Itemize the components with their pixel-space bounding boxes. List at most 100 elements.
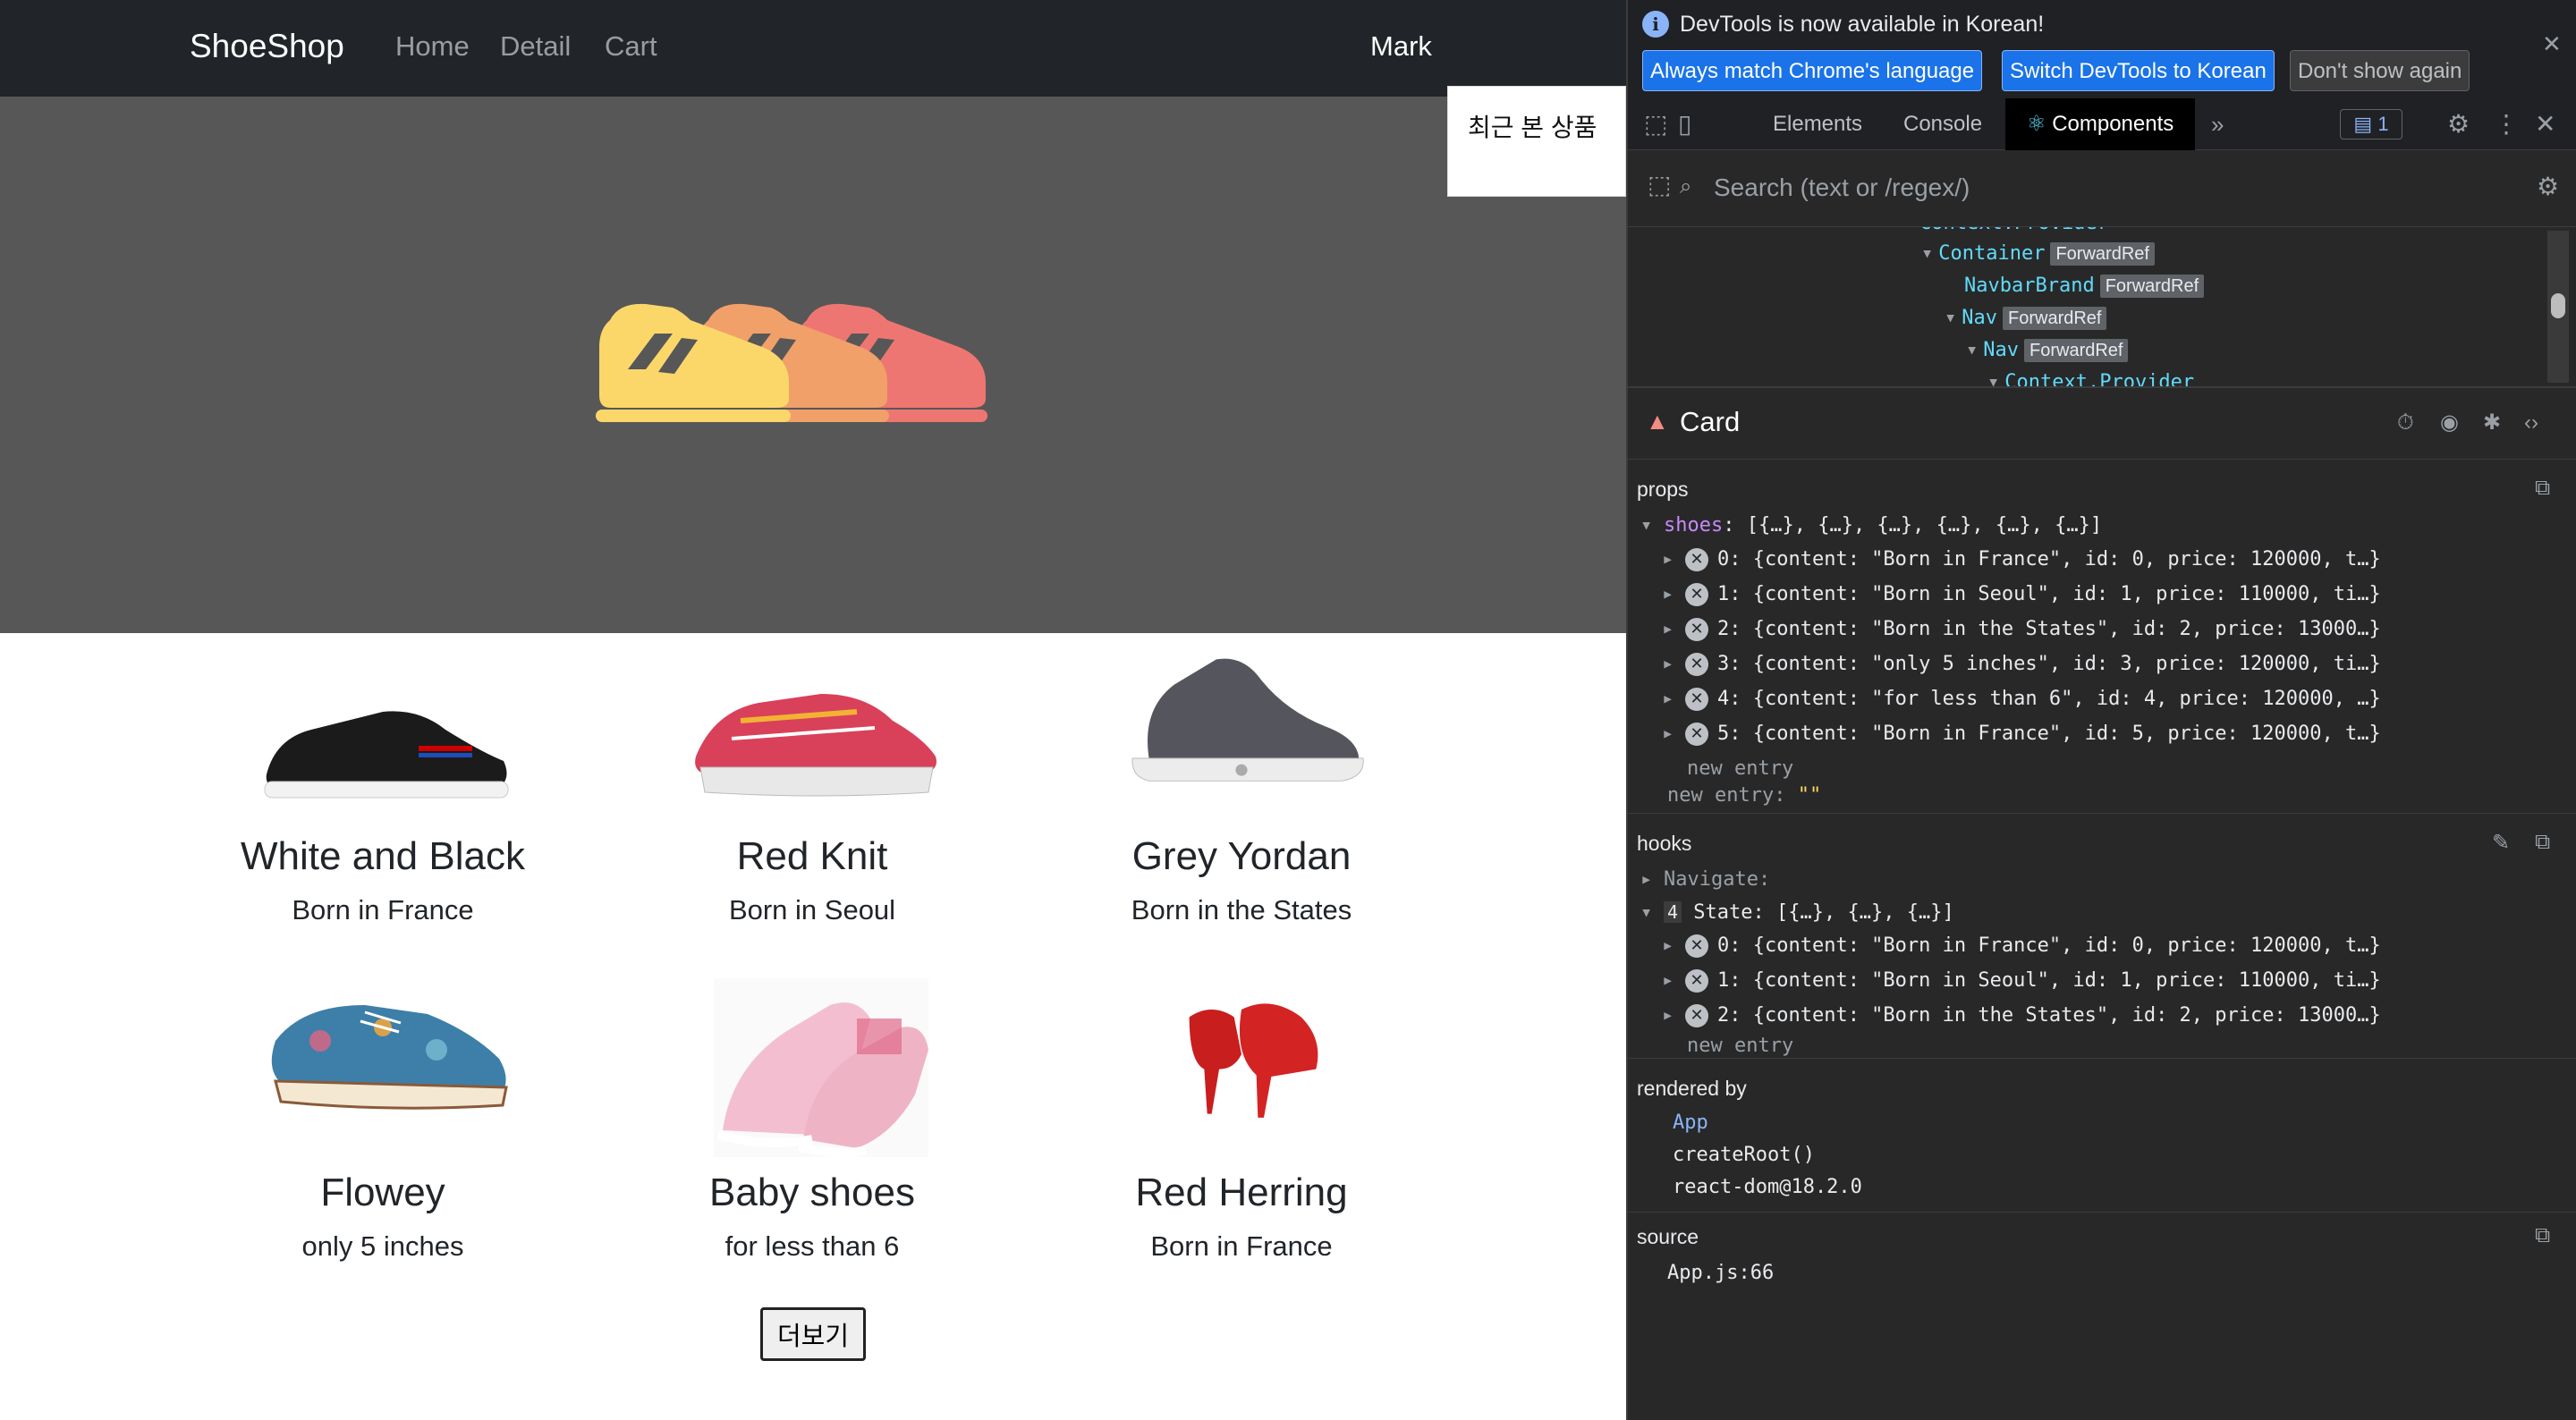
caret-down-icon[interactable]: ▾ (1640, 897, 1664, 929)
caret-right-icon[interactable]: ▸ (1662, 579, 1685, 611)
switch-to-korean-button[interactable]: Switch DevTools to Korean (2002, 50, 2275, 91)
nav-link-cart[interactable]: Cart (605, 25, 657, 68)
rendered-by-app[interactable]: App (1673, 1107, 1708, 1139)
view-source-icon[interactable]: ‹› (2524, 410, 2538, 436)
issues-badge[interactable]: ▤ 1 (2340, 109, 2402, 139)
select-component-icon[interactable]: ⬚ (1648, 172, 1671, 199)
kebab-menu-icon[interactable]: ⋮ (2494, 111, 2519, 138)
inspect-element-icon[interactable]: ⬚ (1644, 111, 1667, 138)
new-entry-placeholder: new entry (1687, 757, 1794, 780)
prop-item-text: 5: {content: "Born in France", id: 5, pr… (1717, 723, 2381, 745)
tab-console[interactable]: Console (1903, 98, 1982, 150)
hook-item[interactable]: ▸ ✕ 0: {content: "Born in France", id: 0, … (1662, 930, 2381, 962)
caret-right-icon[interactable]: ▸ (1662, 683, 1685, 715)
more-tabs-icon[interactable]: » (2211, 111, 2224, 138)
stopwatch-icon[interactable]: ⏱ (2397, 410, 2414, 436)
product-card[interactable]: Red Knit Born in Seoul (597, 640, 1027, 944)
product-content: Born in France (292, 894, 474, 926)
new-entry-row[interactable]: new entry: "" (1667, 780, 1821, 812)
caret-right-icon[interactable]: ▸ (1662, 613, 1685, 646)
devtools-panel: i DevTools is now available in Korean! ✕… (1626, 0, 2576, 1420)
load-more-button[interactable]: 더보기 (760, 1307, 866, 1361)
caret-right-icon[interactable]: ▸ (1662, 930, 1685, 962)
source-file-link[interactable]: App.js:66 (1667, 1257, 1774, 1289)
nav-link-home[interactable]: Home (395, 25, 470, 68)
magic-wand-icon[interactable]: ✎ (2492, 830, 2510, 856)
navbar-brand[interactable]: ShoeShop (190, 21, 344, 72)
always-match-language-button[interactable]: Always match Chrome's language (1642, 50, 1983, 91)
caret-right-icon[interactable]: ▸ (1640, 864, 1664, 896)
prop-item[interactable]: ▸ ✕ 2: {content: "Born in the States", id:… (1662, 613, 2381, 646)
owner-text: createRoot() (1673, 1144, 1815, 1166)
copy-icon[interactable]: ⧉ (2535, 830, 2550, 855)
copy-icon[interactable]: ⧉ (2535, 1223, 2550, 1248)
product-content: Born in Seoul (728, 894, 896, 926)
product-card[interactable]: Red Herring Born in France (1027, 978, 1456, 1282)
tab-elements[interactable]: Elements (1773, 98, 1862, 150)
tab-components[interactable]: ⚛ Components (2005, 98, 2196, 150)
remove-icon[interactable]: ✕ (1685, 548, 1708, 571)
product-card[interactable]: Flowey only 5 inches (168, 978, 597, 1282)
shoe-image-red-herring (1189, 1003, 1318, 1118)
remove-icon[interactable]: ✕ (1685, 618, 1708, 641)
device-toolbar-icon[interactable]: ▯ (1678, 111, 1691, 138)
eye-icon[interactable]: ◉ (2440, 410, 2459, 436)
remove-icon[interactable]: ✕ (1685, 1004, 1708, 1027)
close-devtools-icon[interactable]: ✕ (2535, 111, 2555, 138)
tree-node[interactable]: ▾ Nav ForwardRef (1945, 302, 2107, 334)
close-icon[interactable]: ✕ (2542, 30, 2562, 58)
shoe-image-baby-shoes (714, 978, 928, 1157)
product-card[interactable]: Baby shoes for less than 6 (597, 978, 1027, 1282)
gear-icon[interactable]: ⚙ (2447, 111, 2470, 138)
hook-navigate[interactable]: ▸ Navigate: (1640, 864, 1770, 896)
owner-text: react-dom@18.2.0 (1673, 1176, 1862, 1198)
dont-show-again-button[interactable]: Don't show again (2290, 50, 2470, 91)
new-entry-input[interactable]: new entry (1687, 1030, 1793, 1062)
caret-down-icon[interactable]: ▾ (1921, 242, 1933, 265)
copy-icon[interactable]: ⧉ (2535, 476, 2550, 501)
nav-link-detail[interactable]: Detail (500, 25, 571, 68)
bug-icon[interactable]: ✱ (2483, 410, 2501, 436)
prop-item[interactable]: ▸ ✕ 5: {content: "Born in France", id: 5, … (1662, 718, 2381, 750)
product-content: Born in France (1150, 1230, 1333, 1262)
remove-icon[interactable]: ✕ (1685, 688, 1708, 711)
caret-right-icon[interactable]: ▸ (1662, 544, 1685, 576)
hook-item-text: 1: {content: "Born in Seoul", id: 1, pri… (1717, 969, 2381, 992)
shoe-image-red-knit (695, 694, 936, 797)
prop-item[interactable]: ▸ ✕ 0: {content: "Born in France", id: 0, … (1662, 544, 2381, 576)
prop-item[interactable]: ▸ ✕ 3: {content: "only 5 inches", id: 3, p… (1662, 648, 2381, 680)
remove-icon[interactable]: ✕ (1685, 934, 1708, 958)
product-title: White and Black (241, 834, 525, 878)
prop-item[interactable]: ▸ ✕ 1: {content: "Born in Seoul", id: 1, p… (1662, 579, 2381, 611)
settings-gear-icon[interactable]: ⚙ (2537, 173, 2559, 200)
scrollbar-thumb[interactable] (2551, 293, 2565, 318)
search-input[interactable] (1712, 170, 2445, 206)
component-tree: Context.Provider ▾ContainerForwardRef Na… (1628, 227, 2576, 388)
tree-node[interactable]: ▾ Container ForwardRef (1921, 238, 2155, 270)
remove-icon[interactable]: ✕ (1685, 723, 1708, 746)
remove-icon[interactable]: ✕ (1685, 653, 1708, 676)
caret-right-icon[interactable]: ▸ (1662, 648, 1685, 680)
remove-icon[interactable]: ✕ (1685, 583, 1708, 606)
caret-right-icon[interactable]: ▸ (1662, 1000, 1685, 1032)
caret-right-icon[interactable]: ▸ (1662, 718, 1685, 750)
prop-item[interactable]: ▸ ✕ 4: {content: "for less than 6", id: 4,… (1662, 683, 2381, 715)
caret-right-icon[interactable]: ▸ (1662, 965, 1685, 997)
tree-node[interactable]: NavbarBrand ForwardRef (1964, 270, 2205, 302)
hook-state[interactable]: ▾ 4 State: [{…}, {…}, {…}] (1640, 896, 1954, 928)
tree-node[interactable]: ▾ Nav ForwardRef (1966, 334, 2129, 367)
shoe-image-white-black (264, 711, 509, 799)
tree-node[interactable]: ▾ Context.Provider (1987, 367, 2194, 386)
caret-down-icon[interactable]: ▾ (1966, 339, 1978, 361)
tree-scrollbar[interactable] (2547, 231, 2569, 383)
product-card[interactable]: White and Black Born in France (168, 640, 597, 944)
hook-item[interactable]: ▸ ✕ 2: {content: "Born in the States", id:… (1662, 1000, 2381, 1032)
hook-item[interactable]: ▸ ✕ 1: {content: "Born in Seoul", id: 1, p… (1662, 965, 2381, 997)
remove-icon[interactable]: ✕ (1685, 969, 1708, 993)
product-title: Red Knit (736, 834, 888, 878)
prop-shoes[interactable]: ▾ shoes: [{…}, {…}, {…}, {…}, {…}, {…}] (1640, 510, 2102, 542)
product-card[interactable]: Grey Yordan Born in the States (1027, 640, 1456, 944)
caret-down-icon[interactable]: ▾ (1987, 371, 1999, 386)
caret-down-icon[interactable]: ▾ (1640, 510, 1664, 542)
caret-down-icon[interactable]: ▾ (1945, 307, 1956, 329)
